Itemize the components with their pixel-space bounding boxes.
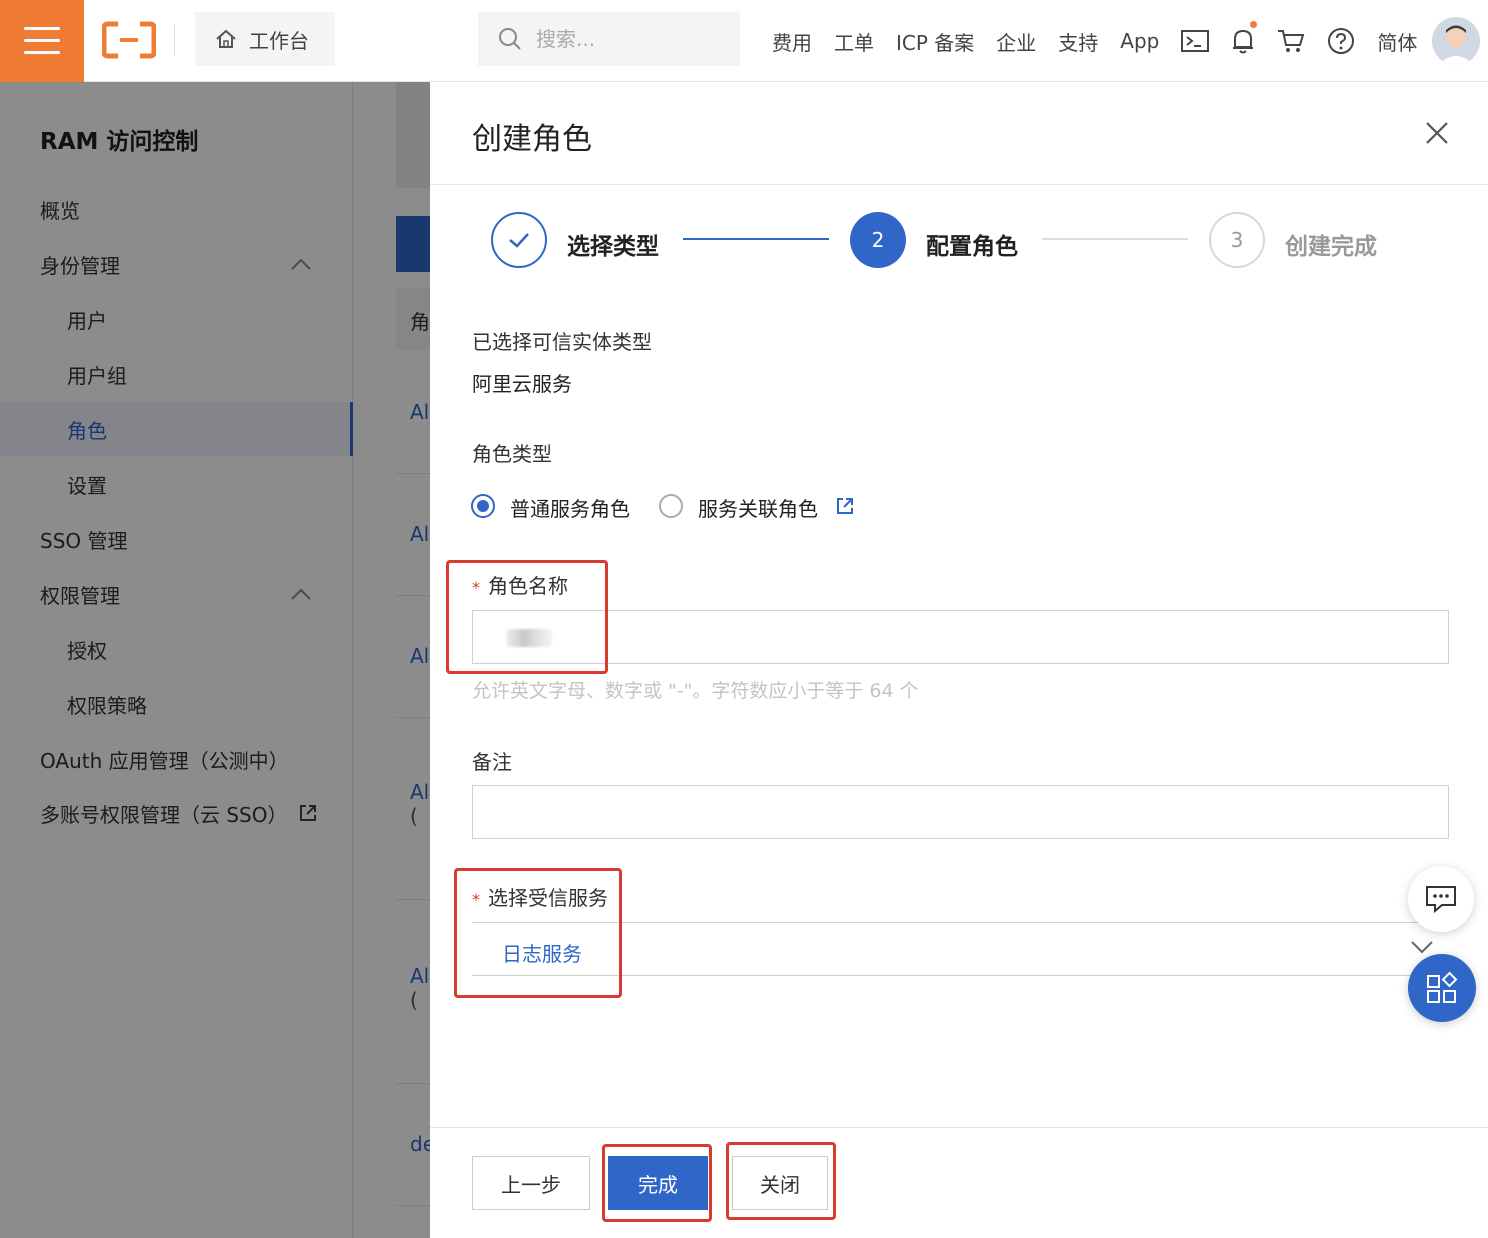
close-icon[interactable] (1424, 120, 1450, 146)
hamburger-menu-button[interactable] (0, 0, 84, 82)
menu-line (24, 27, 60, 30)
step-3-circle: 3 (1209, 212, 1265, 268)
divider (430, 184, 1488, 185)
annotation-highlight (446, 560, 608, 674)
nav-app[interactable]: App (1120, 29, 1159, 53)
close-button[interactable]: 关闭 (732, 1156, 828, 1210)
step-1-label: 选择类型 (567, 234, 659, 260)
user-avatar[interactable] (1432, 17, 1480, 65)
role-name-input[interactable] (472, 610, 1449, 664)
menu-line (24, 39, 60, 42)
language-switch[interactable]: 简体 (1377, 27, 1417, 56)
workbench-label: 工作台 (249, 28, 309, 53)
finish-button[interactable]: 完成 (608, 1156, 708, 1210)
drawer-title: 创建角色 (472, 122, 592, 157)
terminal-icon[interactable] (1181, 29, 1210, 53)
radio-normal-service-role-label[interactable]: 普通服务角色 (510, 493, 630, 522)
notification-dot (1250, 21, 1258, 28)
workbench-button[interactable]: 工作台 (195, 12, 335, 66)
top-nav: 费用 工单 ICP 备案 企业 支持 App 简体 (772, 0, 1439, 82)
trusted-entity-value: 阿里云服务 (472, 372, 572, 396)
nav-billing[interactable]: 费用 (772, 27, 812, 56)
cart-icon[interactable] (1277, 28, 1305, 54)
role-type-label: 角色类型 (472, 442, 552, 466)
trusted-entity-label: 已选择可信实体类型 (472, 330, 652, 354)
nav-enterprise[interactable]: 企业 (996, 27, 1036, 56)
nav-icp[interactable]: ICP 备案 (896, 27, 974, 56)
step-2-circle: 2 (850, 212, 906, 268)
nav-tickets[interactable]: 工单 (834, 27, 874, 56)
step-2-label: 配置角色 (926, 234, 1018, 260)
annotation-highlight (454, 868, 622, 998)
radio-normal-service-role[interactable] (471, 494, 495, 518)
prev-step-button[interactable]: 上一步 (472, 1156, 590, 1210)
apps-float-button[interactable] (1408, 954, 1476, 1022)
divider (430, 1127, 1488, 1128)
menu-line (24, 51, 60, 54)
avatar-icon (1432, 17, 1480, 65)
note-label: 备注 (472, 750, 512, 774)
modal-overlay[interactable] (0, 82, 430, 1238)
search-box[interactable] (478, 12, 740, 66)
role-name-hint: 允许英文字母、数字或 "-"。字符数应小于等于 64 个 (472, 680, 919, 702)
bell-icon[interactable] (1231, 21, 1258, 55)
search-icon (499, 28, 521, 50)
step-3-label: 创建完成 (1285, 234, 1377, 260)
step-1-circle (491, 212, 547, 268)
chat-icon (1426, 886, 1456, 914)
chat-float-button[interactable] (1408, 866, 1474, 932)
apps-grid-icon (1427, 971, 1458, 1003)
chevron-down-icon[interactable] (1410, 940, 1434, 954)
divider (174, 24, 175, 56)
step-connector (683, 238, 829, 240)
radio-service-linked-role[interactable] (659, 494, 683, 518)
create-role-drawer: 创建角色 选择类型 2 配置角色 3 创建完成 已选择可信实体类型 阿里云服务 … (430, 82, 1488, 1238)
aliyun-logo-icon[interactable] (102, 20, 156, 60)
note-input[interactable] (472, 785, 1449, 839)
check-icon (509, 233, 529, 248)
external-link-icon[interactable] (835, 496, 855, 516)
help-icon[interactable] (1327, 27, 1355, 55)
home-icon (216, 29, 236, 48)
step-connector (1042, 238, 1188, 240)
top-bar: 工作台 费用 工单 ICP 备案 企业 支持 App 简体 (0, 0, 1488, 82)
radio-service-linked-role-label[interactable]: 服务关联角色 (698, 493, 818, 522)
nav-support[interactable]: 支持 (1058, 27, 1098, 56)
search-input[interactable] (536, 27, 726, 51)
